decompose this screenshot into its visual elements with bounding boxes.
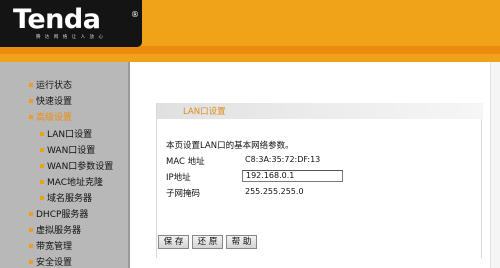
sidebar-item-label: 运行状态 xyxy=(36,81,73,91)
sidebar-item-label: 高级设置 xyxy=(36,113,73,123)
bullet-icon xyxy=(40,147,44,152)
sidebar-item-label: DHCP服务器 xyxy=(36,210,89,220)
sidebar-item-virtual-server[interactable]: 虚拟服务器 xyxy=(29,223,81,239)
sidebar-item-advanced[interactable]: 高级设置 xyxy=(29,110,72,126)
save-button[interactable]: 保 存 xyxy=(158,235,189,249)
bullet-icon xyxy=(40,163,44,168)
sidebar-item-label: 快速设置 xyxy=(36,97,73,107)
sidebar: 运行状态 快速设置 高级设置 LAN口设置 WAN口设置 WAN口参数设置 MA… xyxy=(0,62,130,268)
bullet-icon xyxy=(29,227,33,232)
subnet-mask-label: 子网掩码 xyxy=(166,189,201,199)
sidebar-item-dhcp[interactable]: DHCP服务器 xyxy=(29,207,88,223)
logo-tagline: 腾 达 网 络 让 人 放 心 xyxy=(36,35,105,40)
bullet-icon xyxy=(40,179,44,184)
bullet-icon xyxy=(29,98,33,103)
mac-address-label: MAC 地址 xyxy=(166,157,205,167)
sidebar-item-label: MAC地址克隆 xyxy=(47,178,104,188)
sidebar-item-dns[interactable]: 域名服务器 xyxy=(40,191,92,207)
header-band xyxy=(0,46,500,54)
logo-text: Tenda xyxy=(13,4,101,35)
sidebar-item-label: LAN口设置 xyxy=(47,130,93,140)
bullet-icon xyxy=(29,114,33,119)
mac-address-value: C8:3A:35:72:DF:13 xyxy=(245,155,321,164)
sidebar-item-label: 虚拟服务器 xyxy=(36,226,82,236)
sidebar-item-bandwidth[interactable]: 带宽管理 xyxy=(29,239,72,255)
registered-mark: ® xyxy=(131,10,139,19)
bullet-icon xyxy=(29,259,33,264)
sidebar-item-quick-setup[interactable]: 快速设置 xyxy=(29,94,72,110)
header-banner: Tenda ® 腾 达 网 络 让 人 放 心 xyxy=(0,0,500,62)
sidebar-item-label: 域名服务器 xyxy=(47,194,93,204)
bullet-icon xyxy=(29,82,33,87)
ip-address-label: IP地址 xyxy=(166,173,191,183)
panel-title-bar: LAN口设置 xyxy=(157,103,483,119)
bullet-icon xyxy=(40,131,44,136)
sidebar-item-label: 安全设置 xyxy=(36,258,73,268)
main-content: LAN口设置 本页设置LAN口的基本网络参数。 MAC 地址 C8:3A:35:… xyxy=(130,62,500,268)
page-description: 本页设置LAN口的基本网络参数。 xyxy=(166,141,294,151)
bullet-icon xyxy=(29,243,33,248)
bullet-icon xyxy=(40,195,44,200)
sidebar-item-label: WAN口设置 xyxy=(47,146,96,156)
sidebar-item-lan-settings[interactable]: LAN口设置 xyxy=(40,127,92,143)
scrollbar[interactable] xyxy=(490,62,500,268)
help-button[interactable]: 帮 助 xyxy=(226,235,257,249)
sidebar-item-wan-params[interactable]: WAN口参数设置 xyxy=(40,159,113,175)
sidebar-item-label: 带宽管理 xyxy=(36,242,73,252)
sidebar-item-label: WAN口参数设置 xyxy=(47,162,114,172)
restore-button[interactable]: 还 原 xyxy=(192,235,223,249)
ip-address-input[interactable]: 192.168.0.1 xyxy=(242,170,343,182)
subnet-mask-value: 255.255.255.0 xyxy=(245,187,304,196)
sidebar-item-security[interactable]: 安全设置 xyxy=(29,255,72,268)
page-title: LAN口设置 xyxy=(183,107,226,117)
sidebar-item-status[interactable]: 运行状态 xyxy=(29,78,72,94)
sidebar-item-wan-settings[interactable]: WAN口设置 xyxy=(40,143,95,159)
bullet-icon xyxy=(29,211,33,216)
sidebar-item-mac-clone[interactable]: MAC地址克隆 xyxy=(40,175,103,191)
logo: Tenda ® 腾 达 网 络 让 人 放 心 xyxy=(0,0,142,47)
